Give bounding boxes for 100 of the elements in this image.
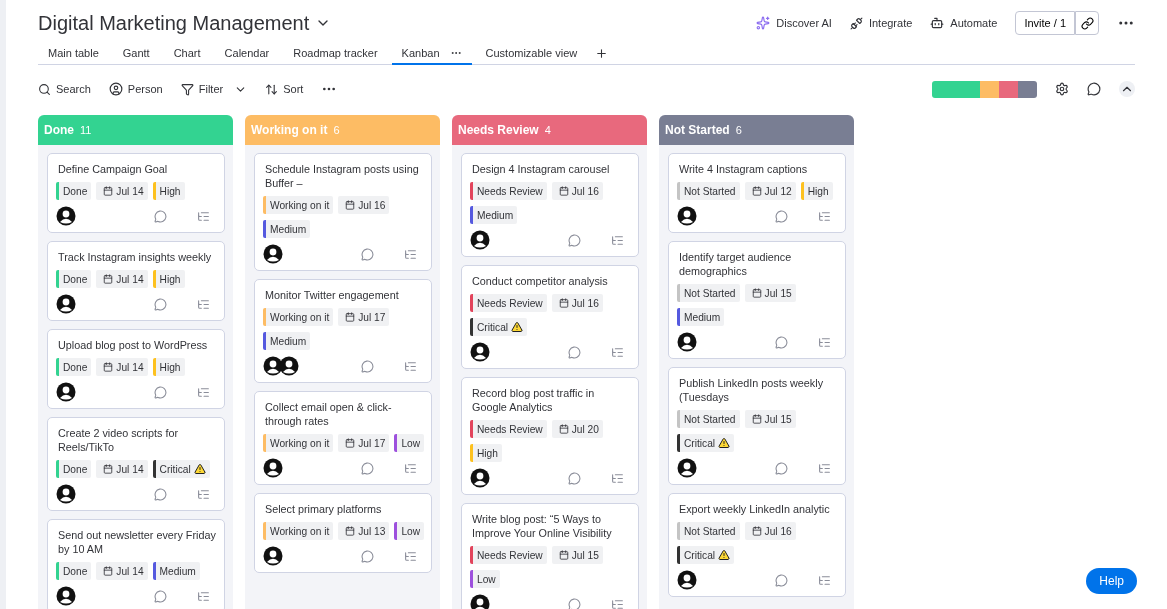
subitems-icon[interactable]	[404, 359, 417, 373]
subitems-icon[interactable]	[404, 247, 417, 261]
task-card[interactable]: Select primary platforms Working on it Jul 13 Low	[254, 493, 432, 573]
board-title: Digital Marketing Management	[38, 11, 310, 35]
toolbar-button[interactable]: Person	[108, 82, 163, 96]
subitems-icon[interactable]	[197, 487, 210, 501]
subitems-icon[interactable]	[197, 209, 210, 223]
card-title: Create 2 video scripts for Reels/TikTo	[57, 426, 179, 454]
avatar-icon	[263, 546, 283, 566]
column-count: 6	[333, 124, 340, 136]
calendar-icon	[103, 362, 114, 372]
priority-tag: Critical	[470, 318, 528, 336]
calendar-icon	[558, 186, 569, 196]
date-tag: Jul 14	[96, 460, 148, 478]
task-card[interactable]: Write 4 Instagram captions Not Started Jul 12 High	[668, 153, 846, 233]
calendar-icon	[558, 298, 569, 308]
subitems-icon[interactable]	[818, 209, 831, 223]
task-card[interactable]: Upload blog post to WordPress Done Jul 14 High	[47, 329, 225, 409]
card-title: Design 4 Instagram carousel	[471, 162, 611, 176]
task-card[interactable]: Conduct competitor analysis Needs Review Jul 16 Critical	[461, 265, 639, 369]
subitems-icon[interactable]	[404, 549, 417, 563]
subitems-icon[interactable]	[197, 297, 210, 311]
column-title: Not Started	[665, 123, 730, 137]
toolbar-button[interactable]: Search	[38, 82, 91, 96]
avatar-icon	[470, 594, 490, 609]
toolbar-button[interactable]: Sort	[265, 82, 304, 96]
status-tag: Needs Review	[470, 182, 547, 200]
filter-icon	[180, 82, 194, 96]
view-tab[interactable]: Main table	[38, 42, 109, 65]
view-tab[interactable]: Roadmap tracker	[283, 42, 388, 65]
date-tag: Jul 16	[551, 294, 603, 312]
status-tag: Working on it	[263, 308, 334, 326]
help-button[interactable]: Help	[1086, 568, 1137, 594]
warning-icon	[718, 549, 731, 561]
subitems-icon[interactable]	[611, 233, 624, 247]
comment-icon[interactable]	[1087, 82, 1101, 96]
settings-icon[interactable]	[1055, 82, 1069, 96]
task-card[interactable]: Design 4 Instagram carousel Needs Review Jul 16 Medium	[461, 153, 639, 257]
task-card[interactable]: Schedule Instagram posts using Buffer – Working on it Jul 16 Medium	[254, 153, 432, 271]
task-card[interactable]: Publish LinkedIn posts weekly (Tuesdays Not Started Jul 15 Critical	[668, 367, 846, 485]
date-tag: Jul 14	[96, 562, 148, 580]
avatar-icon	[263, 356, 283, 376]
invite-button[interactable]: Invite / 1	[1015, 11, 1075, 35]
task-card[interactable]: Send out newsletter every Friday by 10 AM Done Jul 14 Medium	[47, 519, 225, 609]
status-tag: Not Started	[677, 522, 740, 540]
add-view-icon[interactable]	[595, 46, 609, 60]
date-tag: Jul 14	[96, 182, 148, 200]
date-tag: Jul 13	[338, 522, 390, 540]
card-title: Collect email open & click-through rates	[264, 400, 393, 428]
view-tab[interactable]: Gantt	[112, 42, 160, 65]
avatar-icon	[56, 586, 76, 606]
subitems-icon[interactable]	[197, 589, 210, 603]
collapse-icon[interactable]	[1119, 81, 1135, 97]
header-action-button[interactable]: Automate	[930, 16, 998, 30]
sort-icon	[265, 82, 279, 96]
subitems-icon[interactable]	[818, 573, 831, 587]
card-title: Send out newsletter every Friday by 10 AM	[57, 528, 217, 556]
calendar-icon	[103, 566, 114, 576]
view-tab[interactable]: Chart	[163, 42, 211, 65]
task-card[interactable]: Create 2 video scripts for Reels/TikTo Done Jul 14 Critical	[47, 417, 225, 511]
task-card[interactable]: Write blog post: “5 Ways to Improve Your Online Visibility Needs Review Jul 15 Low	[461, 503, 639, 609]
priority-tag: Critical	[677, 546, 735, 564]
header-action-button[interactable]: Discover AI	[756, 16, 832, 30]
status-tag: Done	[56, 562, 92, 580]
subitems-icon[interactable]	[611, 597, 624, 609]
avatar-icon	[677, 570, 697, 590]
task-card[interactable]: Collect email open & click-through rates Working on it Jul 17 Low	[254, 391, 432, 485]
subitems-icon[interactable]	[818, 335, 831, 349]
task-card[interactable]: Define Campaign Goal Done Jul 14 High	[47, 153, 225, 233]
status-tag: Not Started	[677, 410, 740, 428]
person-icon	[108, 82, 123, 96]
date-tag: Jul 15	[551, 546, 603, 564]
warning-icon	[193, 463, 206, 475]
card-title: Conduct competitor analysis	[471, 274, 609, 288]
subitems-icon[interactable]	[611, 471, 624, 485]
subitems-icon[interactable]	[404, 461, 417, 475]
task-card[interactable]: Record blog post traffic in Google Analytics Needs Review Jul 20 High	[461, 377, 639, 495]
toolbar-button[interactable]: Filter	[180, 82, 248, 96]
date-tag: Jul 16	[551, 182, 603, 200]
column-count: 11	[80, 124, 92, 136]
view-tab[interactable]: Kanban	[391, 42, 472, 65]
card-title: Select primary platforms	[264, 502, 383, 516]
priority-tag: Low	[470, 570, 500, 588]
subitems-icon[interactable]	[611, 345, 624, 359]
view-tab[interactable]: Customizable view	[475, 42, 588, 65]
task-card[interactable]: Export weekly LinkedIn analytic Not Started Jul 16 Critical	[668, 493, 846, 597]
priority-tag: High	[152, 182, 185, 200]
subitems-icon[interactable]	[818, 461, 831, 475]
sparkle-icon	[756, 16, 771, 30]
view-tab[interactable]: Calendar	[214, 42, 280, 65]
header-action-button[interactable]: Integrate	[849, 16, 913, 30]
task-card[interactable]: Monitor Twitter engagement Working on it Jul 17 Medium	[254, 279, 432, 383]
task-card[interactable]: Identify target audience demographics Not Started Jul 15 Medium	[668, 241, 846, 359]
copy-link-button[interactable]	[1075, 11, 1099, 35]
card-title: Monitor Twitter engagement	[264, 288, 400, 302]
task-card[interactable]: Track Instagram insights weekly Done Jul 14 High	[47, 241, 225, 321]
card-title: Schedule Instagram posts using Buffer –	[264, 162, 420, 190]
warning-icon	[511, 321, 524, 333]
subitems-icon[interactable]	[197, 385, 210, 399]
plug-icon	[849, 16, 863, 30]
